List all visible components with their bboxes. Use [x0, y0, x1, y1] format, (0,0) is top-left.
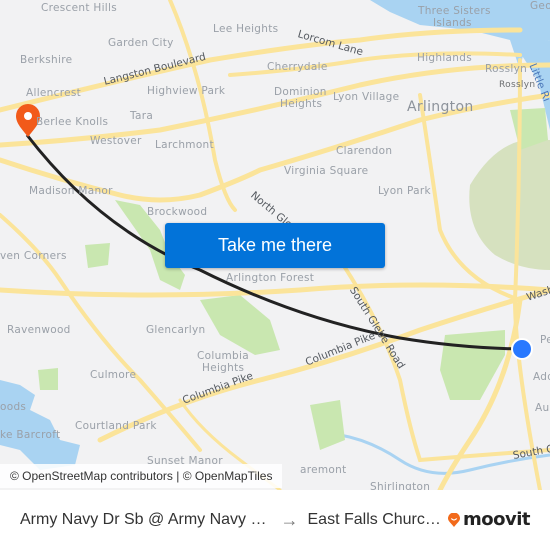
moovit-wordmark: moovit: [463, 509, 531, 530]
place-lee-heights: Lee Heights: [213, 23, 279, 35]
place-lyon-park: Lyon Park: [378, 185, 431, 197]
place-madison-manor: Madison Manor: [29, 185, 113, 197]
lake-barcroft: [0, 380, 80, 470]
place-dominion-2: Heights: [280, 98, 323, 110]
place-addison: Add: [533, 371, 550, 383]
place-rosslyn-station: Rosslyn: [499, 80, 536, 90]
place-highlands: Highlands: [417, 52, 472, 64]
origin-marker[interactable]: [511, 338, 533, 360]
place-georgetown: Geo: [530, 0, 550, 12]
place-lyon-village: Lyon Village: [333, 91, 400, 103]
footer-bar: Army Navy Dr Sb @ Army Navy … → East Fal…: [0, 490, 550, 550]
place-westover: Westover: [90, 135, 142, 147]
place-garden-city: Garden City: [108, 37, 174, 49]
place-courtland-park: Courtland Park: [75, 420, 157, 432]
place-brockwood: Brockwood: [147, 206, 208, 218]
park-glencarlyn: [200, 295, 280, 355]
park-south: [310, 400, 345, 450]
place-larchmont: Larchmont: [155, 139, 214, 151]
place-seven-corners: ven Corners: [0, 250, 67, 262]
park-small-1: [85, 243, 110, 268]
take-me-there-button[interactable]: Take me there: [165, 223, 385, 268]
place-arlington-forest: Arlington Forest: [226, 272, 315, 284]
moovit-pin-icon: [448, 512, 460, 527]
place-virginia-square: Virginia Square: [284, 165, 369, 177]
place-cherrydale: Cherrydale: [267, 61, 328, 73]
place-dominion-1: Dominion: [274, 86, 327, 98]
place-glencarlyn: Glencarlyn: [146, 324, 206, 336]
place-rosslyn: Rosslyn: [485, 63, 528, 75]
place-ravenwood: Ravenwood: [7, 324, 71, 336]
place-lake-barcroft: ke Barcroft: [0, 429, 61, 441]
map[interactable]: Crescent Hills Lee Heights Three Sisters…: [0, 0, 550, 490]
place-allencrest: Allencrest: [26, 87, 82, 99]
place-culmore: Culmore: [90, 369, 137, 381]
place-three-sisters: Three Sisters: [418, 5, 491, 17]
place-aurora: Auror: [535, 402, 550, 414]
place-columbia-heights-1: Columbia: [197, 350, 249, 362]
place-claremont: aremont: [300, 464, 347, 476]
destination-stop-name: East Falls Churc…: [307, 511, 441, 528]
place-tara: Tara: [130, 110, 154, 122]
origin-stop-name: Army Navy Dr Sb @ Army Navy …: [20, 511, 267, 528]
place-berlee-knolls: Berlee Knolls: [36, 116, 109, 128]
place-berkshire: Berkshire: [20, 54, 73, 66]
place-shirlington: Shirlington: [370, 481, 431, 490]
place-islands: Islands: [433, 17, 472, 29]
place-arlington: Arlington: [407, 99, 474, 115]
map-attribution[interactable]: © OpenStreetMap contributors | © OpenMap…: [0, 464, 283, 488]
place-highview-park: Highview Park: [147, 85, 226, 97]
park-small-2: [38, 368, 58, 390]
place-pentagon: Pe: [540, 334, 550, 346]
place-woods: oods: [0, 401, 27, 413]
place-columbia-heights-2: Heights: [202, 362, 245, 374]
moovit-logo[interactable]: moovit: [447, 509, 531, 530]
arlington-cemetery: [469, 139, 550, 270]
place-clarendon: Clarendon: [336, 145, 393, 157]
arrow-right-icon: →: [280, 509, 299, 530]
place-crescent-hills: Crescent Hills: [41, 2, 118, 14]
